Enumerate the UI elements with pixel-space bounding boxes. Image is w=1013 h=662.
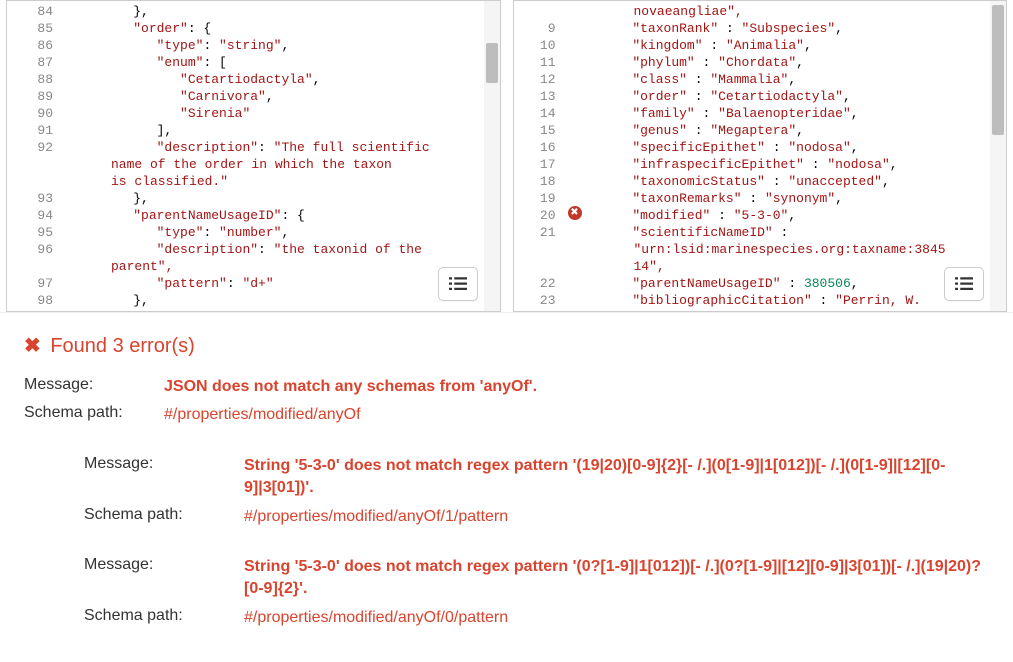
error-message-label: Message: <box>84 455 244 473</box>
document-editor[interactable]: 91011121314151617181920212223 novaeangli… <box>513 0 1008 312</box>
error-message-label: Message: <box>24 376 164 394</box>
line-gutter-right: 91011121314151617181920212223 <box>514 1 566 311</box>
sub-error-block: Message: String '5-3-0' does not match r… <box>84 455 993 528</box>
error-icon: ✖ <box>24 335 41 357</box>
line-gutter-left: 84858687888990919293949596979899100 <box>7 1 63 311</box>
format-button-left[interactable] <box>438 267 478 301</box>
app-window: 84858687888990919293949596979899100 }, "… <box>0 0 1013 662</box>
format-button-right[interactable] <box>944 267 984 301</box>
error-path-label: Schema path: <box>24 404 164 422</box>
error-path-label: Schema path: <box>84 607 244 625</box>
scrollbar-right[interactable] <box>990 1 1006 311</box>
errors-header-text: Found 3 error(s) <box>50 335 195 357</box>
error-row: Message: JSON does not match any schemas… <box>24 376 993 398</box>
sub-errors: Message: String '5-3-0' does not match r… <box>84 455 993 629</box>
errors-header: ✖ Found 3 error(s) <box>24 333 993 358</box>
schema-editor[interactable]: 84858687888990919293949596979899100 }, "… <box>6 0 501 312</box>
list-icon <box>449 277 467 291</box>
error-marker-icon[interactable] <box>568 206 582 220</box>
scrollbar-left[interactable] <box>484 1 500 311</box>
scroll-thumb-left[interactable] <box>486 43 498 83</box>
sub-error-block: Message: String '5-3-0' does not match r… <box>84 556 993 629</box>
error-message-value: String '5-3-0' does not match regex patt… <box>244 556 993 601</box>
error-path-label: Schema path: <box>84 506 244 524</box>
error-message-label: Message: <box>84 556 244 574</box>
editors-row: 84858687888990919293949596979899100 }, "… <box>0 0 1013 313</box>
error-path-value: #/properties/modified/anyOf <box>164 404 361 426</box>
code-area-left[interactable]: }, "order": { "type": "string", "enum": … <box>63 1 484 311</box>
error-path-value: #/properties/modified/anyOf/0/pattern <box>244 607 508 629</box>
error-gutter <box>566 1 586 311</box>
error-message-value: String '5-3-0' does not match regex patt… <box>244 455 993 500</box>
error-message-value: JSON does not match any schemas from 'an… <box>164 376 537 398</box>
code-area-right[interactable]: novaeangliae", "taxonRank" : "Subspecies… <box>586 1 991 311</box>
error-path-value: #/properties/modified/anyOf/1/pattern <box>244 506 508 528</box>
list-icon <box>955 277 973 291</box>
errors-panel: ✖ Found 3 error(s) Message: JSON does no… <box>0 313 1013 662</box>
scroll-thumb-right[interactable] <box>992 5 1004 135</box>
error-row: Schema path: #/properties/modified/anyOf <box>24 404 993 426</box>
